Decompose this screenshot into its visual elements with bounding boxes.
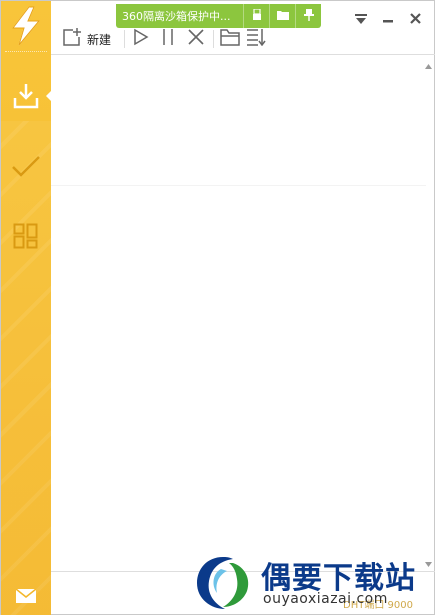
sandbox-banner: 360隔离沙箱保护中... [116, 4, 321, 28]
port-status-text: DHT端口 9000 [343, 600, 413, 611]
folder-icon [276, 10, 289, 23]
sidebar-item-downloading[interactable] [1, 66, 51, 126]
scroll-down-button[interactable] [424, 557, 432, 567]
sandbox-status-text: 360隔离沙箱保护中... [122, 10, 231, 23]
toolbar-separator [124, 30, 126, 48]
minimize-icon [383, 9, 393, 28]
sandbox-pin-button[interactable] [295, 4, 321, 28]
start-button[interactable] [128, 27, 154, 51]
new-task-label: 新建 [87, 32, 112, 47]
usb-icon [251, 7, 263, 24]
sidebar-item-apps[interactable] [1, 206, 51, 266]
download-manager-window: 360隔离沙箱保护中... 新建 DHT端口 9000 偶要下载站 ouyaox… [0, 0, 435, 615]
sandbox-usb-button[interactable] [243, 4, 269, 28]
open-folder-button[interactable] [217, 27, 243, 51]
open-folder-icon [220, 28, 240, 50]
close-icon [409, 9, 421, 28]
download-icon [12, 82, 40, 110]
sandbox-folder-button[interactable] [269, 4, 295, 28]
task-list[interactable] [51, 55, 426, 570]
list-row-divider [51, 185, 426, 186]
arrow-up-icon [424, 54, 432, 73]
delete-icon [187, 28, 205, 50]
start-icon [133, 28, 149, 50]
scroll-up-button[interactable] [424, 59, 432, 69]
mail-icon [15, 587, 37, 607]
mail-button[interactable] [1, 584, 51, 610]
new-task-icon [61, 27, 83, 51]
menu-dropdown-button[interactable] [351, 9, 371, 27]
delete-button[interactable] [182, 27, 210, 51]
status-bar: DHT端口 9000 [51, 571, 435, 615]
pin-icon [303, 8, 314, 24]
minimize-button[interactable] [378, 9, 398, 27]
toolbar-separator [213, 30, 215, 48]
lightning-bolt-icon [9, 6, 43, 46]
arrow-down-icon [424, 552, 432, 571]
logo-divider [5, 51, 47, 52]
dropdown-icon [355, 9, 367, 28]
pause-icon [161, 28, 175, 50]
pause-button[interactable] [154, 27, 182, 51]
sort-icon [246, 28, 266, 50]
sort-button[interactable] [243, 27, 269, 51]
close-button[interactable] [405, 9, 425, 27]
toolbar: 新建 [61, 27, 269, 51]
check-icon [11, 154, 41, 178]
sidebar [1, 1, 51, 615]
sidebar-item-completed[interactable] [1, 136, 51, 196]
app-grid-icon [13, 223, 39, 249]
new-task-button[interactable]: 新建 [61, 27, 121, 51]
